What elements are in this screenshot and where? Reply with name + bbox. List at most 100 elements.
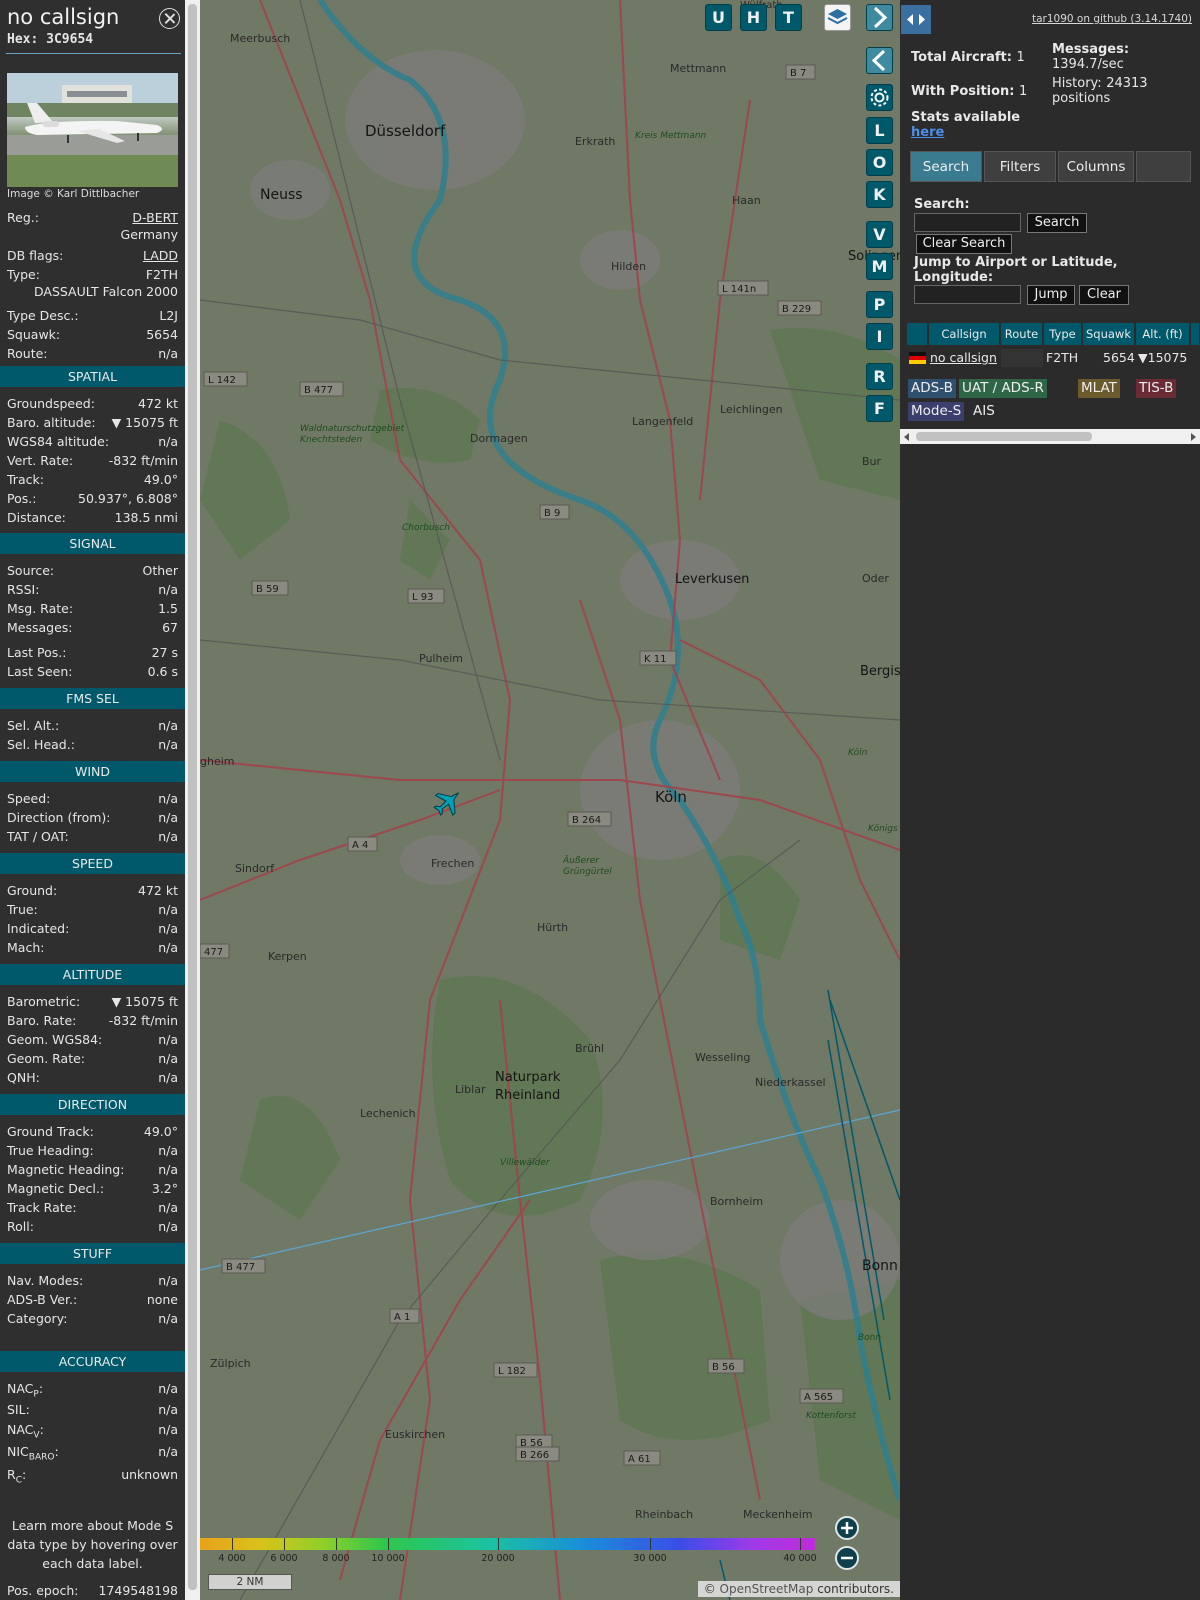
layers-icon[interactable] [824,4,851,31]
scroll-left-arrow-icon[interactable] [904,433,909,441]
altitude-tick-mark [336,1538,337,1550]
info-value: 472 kt [138,396,178,411]
toggle-m-button[interactable]: M [866,253,893,280]
legend-tis-b: TIS-B [1136,379,1177,398]
toggle-l-button[interactable]: L [866,117,893,144]
stats-available: Stats available here [911,110,1021,140]
close-icon[interactable] [159,8,180,29]
tab-filters[interactable]: Filters [984,151,1056,182]
column-callsign[interactable]: Callsign [929,323,1000,345]
divider [6,53,181,54]
scrollbar-thumb[interactable] [188,4,197,1590]
info-row: True Heading: n/a [7,1141,178,1160]
tab-search[interactable]: Search [910,151,982,182]
section-header-spatial[interactable]: SPATIAL [0,366,185,387]
search-input[interactable] [914,213,1021,232]
road-label: A 4 [352,840,368,851]
openstreetmap-link[interactable]: OpenStreetMap [720,1582,814,1596]
jump-input[interactable] [914,285,1021,304]
toggle-u-button[interactable]: U [705,4,732,31]
info-value: n/a [158,346,178,361]
place-label: gheim [200,755,235,768]
chevron-right-icon[interactable] [866,4,893,31]
info-label: Route: [7,346,48,361]
legend-ads-b: ADS-B [908,379,956,398]
info-value: n/a [158,1402,178,1417]
section-header-fms[interactable]: FMS SEL [0,688,185,709]
horizontal-scrollbar[interactable] [900,429,1200,444]
info-value: n/a [158,829,178,844]
info-row: Ground: 472 kt [7,881,178,900]
row-callsign[interactable]: no callsign [930,349,997,367]
scrollbar-thumb[interactable] [916,432,1092,441]
scale-label: 2 NM [236,1576,264,1588]
place-label: Grüngürtel [563,867,612,877]
sidebar-scrollbar[interactable] [185,0,200,1600]
info-value: n/a [158,718,178,733]
info-label: Pos.: [7,491,37,506]
section-header-speed[interactable]: SPEED [0,853,185,874]
map-canvas[interactable]: Meerbusch Mettmann Düsseldorf Erkrath Neuss H… [200,0,900,1600]
chevron-left-icon[interactable] [866,47,893,74]
altitude-tick-mark [650,1538,651,1550]
toggle-v-button[interactable]: V [866,221,893,248]
toggle-k-button[interactable]: K [866,181,893,208]
flag-column-header[interactable] [907,323,928,345]
info-value: 138.5 nmi [114,510,178,525]
toggle-h-button[interactable]: H [740,4,767,31]
info-label: Magnetic Heading: [7,1162,125,1177]
toggle-o-button[interactable]: O [866,149,893,176]
expand-panel-icon[interactable] [901,5,931,34]
aircraft-photo[interactable] [7,73,178,187]
toggle-r-button[interactable]: R [866,363,893,390]
altitude-color-bar [200,1538,815,1550]
place-label: Bur [862,455,882,468]
gear-icon[interactable] [866,84,893,111]
info-label: Track Rate: [7,1200,77,1215]
column-route[interactable]: Route [1001,323,1043,345]
column-type[interactable]: Type [1044,323,1082,345]
info-value: n/a [158,810,178,825]
jump-button[interactable]: Jump [1027,285,1075,305]
column-altitude[interactable]: Alt. (ft) [1136,323,1190,345]
scroll-right-arrow-icon[interactable] [1191,433,1196,441]
info-row: Route: n/a [7,344,178,363]
toggle-t-button[interactable]: T [775,4,802,31]
jump-label: Jump to Airport or Latitude, Longitude: [914,255,1118,285]
info-row: Vert. Rate: -832 ft/min [7,451,178,470]
legend-uat-ads-r: UAT / ADS-R [959,379,1047,398]
zoom-in-icon[interactable] [835,1516,859,1540]
altitude-tick-label: 10 000 [371,1553,405,1564]
toggle-i-button[interactable]: I [866,323,893,350]
clear-search-button[interactable]: Clear Search [916,234,1012,254]
toggle-p-button[interactable]: P [866,291,893,318]
section-header-signal[interactable]: SIGNAL [0,533,185,554]
info-value[interactable]: D-BERT [132,208,178,227]
info-label: Baro. Rate: [7,1013,77,1028]
github-link[interactable]: tar1090 on github (3.14.1740) [1032,13,1192,25]
zoom-out-icon[interactable] [835,1546,859,1570]
info-value: n/a [158,1422,178,1437]
section-header-direction[interactable]: DIRECTION [0,1094,185,1115]
section-header-altitude[interactable]: ALTITUDE [0,964,185,985]
section-header-stuff[interactable]: STUFF [0,1243,185,1264]
clear-button[interactable]: Clear [1079,285,1129,305]
column-squawk[interactable]: Squawk [1083,323,1135,345]
info-label: True: [7,902,38,917]
toggle-f-button[interactable]: F [866,395,893,422]
info-value: 1.5 [158,601,178,616]
stats-link[interactable]: here [911,125,944,140]
info-row: Indicated: n/a [7,919,178,938]
place-label: Wesseling [695,1051,750,1064]
info-row: Squawk: 5654 [7,325,178,344]
section-header-wind[interactable]: WIND [0,761,185,782]
tab-columns[interactable]: Columns [1058,151,1134,182]
search-button[interactable]: Search [1027,213,1087,233]
place-label: Königs [868,824,898,834]
altitude-tick-mark [800,1538,801,1550]
section-header-accuracy[interactable]: ACCURACY [0,1351,185,1372]
map-view[interactable]: Meerbusch Mettmann Düsseldorf Erkrath Neuss H… [200,0,900,1600]
place-label: Naturpark [495,1070,561,1085]
place-label: Leichlingen [720,403,783,416]
info-value[interactable]: LADD [143,246,178,265]
